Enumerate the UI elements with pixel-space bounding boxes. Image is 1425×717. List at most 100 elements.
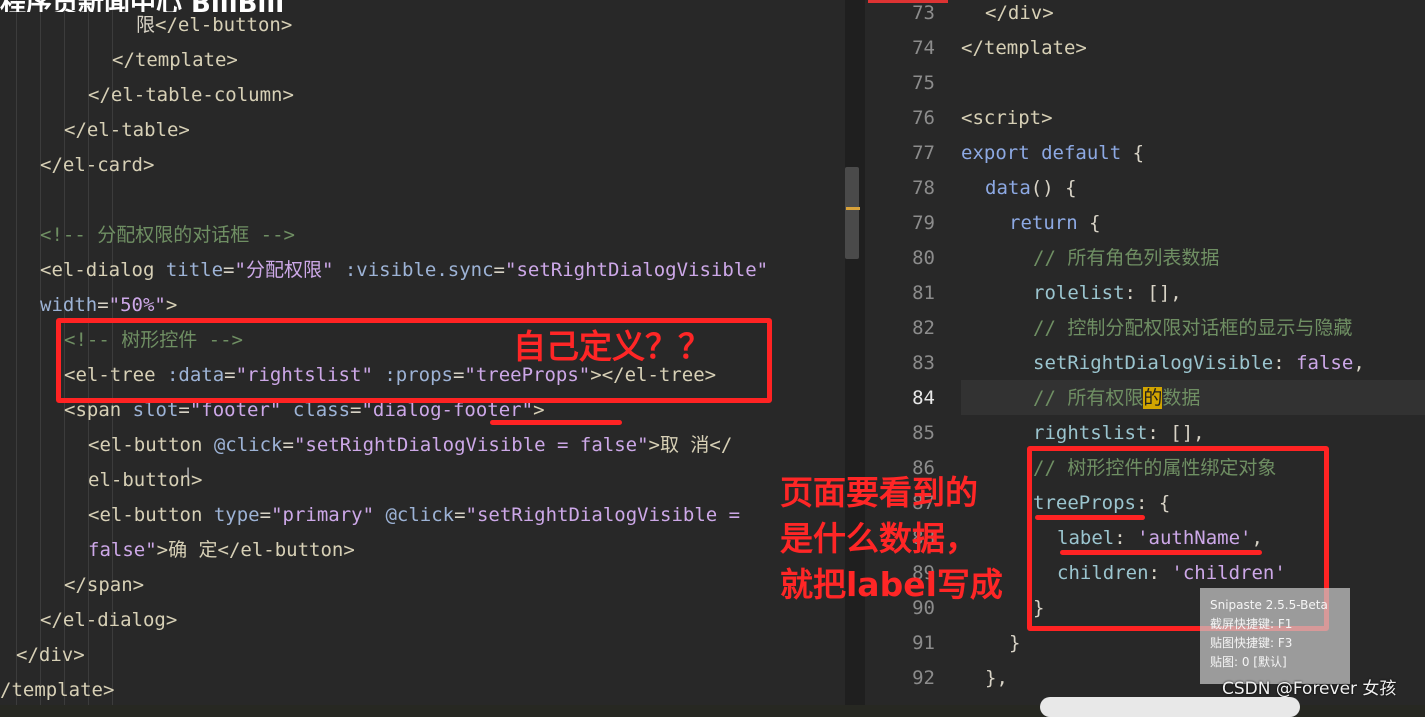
code-line[interactable]: </span>: [64, 568, 144, 603]
code-token: setRightDialogVisible: [1033, 352, 1274, 374]
code-line[interactable]: /template>: [0, 673, 114, 705]
code-token: data: [985, 177, 1031, 199]
annotation-underline-label: [1060, 550, 1262, 555]
code-token: >确 定</el-button>: [156, 539, 355, 561]
code-line[interactable]: }: [1009, 626, 1020, 661]
code-token: ,: [1353, 352, 1365, 374]
code-token: rolelist: [1033, 282, 1125, 304]
line-number: 77: [912, 142, 935, 164]
code-line[interactable]: </div>: [985, 0, 1054, 31]
code-token: return: [1009, 212, 1090, 234]
code-token: "分配权限": [234, 259, 334, 281]
scroll-marker: [846, 207, 860, 210]
code-token: =: [259, 504, 272, 526]
left-scrollbar-thumb[interactable]: [845, 167, 859, 259]
code-line[interactable]: data() {: [985, 171, 1077, 206]
line-number: 83: [912, 352, 935, 374]
snipaste-tip-line: 贴图: 0 [默认]: [1210, 655, 1287, 669]
code-token: }: [1009, 632, 1021, 654]
snipaste-tip-line: 贴图快捷键: F3: [1210, 636, 1293, 650]
code-token: : [],: [1147, 422, 1205, 444]
annotation-line: 是什么数据，: [780, 519, 978, 558]
code-token: </el-card>: [40, 154, 155, 176]
code-token: </div>: [985, 2, 1054, 24]
code-token: <el-dialog: [40, 259, 166, 281]
code-line[interactable]: </el-table>: [64, 113, 190, 148]
code-line[interactable]: return {: [1009, 206, 1101, 241]
code-token: 限: [136, 14, 156, 36]
code-line[interactable]: </div>: [16, 638, 85, 673]
code-token: : [],: [1124, 282, 1182, 304]
code-line[interactable]: // 所有权限的数据: [1033, 381, 1200, 416]
code-line[interactable]: <script>: [961, 101, 1053, 136]
line-number: 82: [912, 317, 935, 339]
code-token: @click: [374, 504, 455, 526]
annotation-line: 页面要看到的: [780, 473, 978, 512]
code-line[interactable]: 限</el-button>: [136, 8, 292, 43]
code-token: // 所有权限: [1033, 387, 1144, 409]
code-token: "setRightDialogVisible": [505, 259, 769, 281]
code-line[interactable]: // 所有角色列表数据: [1033, 241, 1219, 276]
code-token: // 控制分配权限对话框的显示与隐藏: [1033, 317, 1353, 339]
code-line[interactable]: </el-dialog>: [40, 603, 177, 638]
annotation-underline-treeprops: [1035, 515, 1145, 520]
code-line[interactable]: export default {: [961, 136, 1144, 171]
code-token: 数据: [1162, 387, 1201, 409]
code-token: </el-button>: [155, 14, 293, 36]
code-token: },: [985, 667, 1008, 689]
snipaste-tooltip: Snipaste 2.5.5-Beta 截屏快捷键: F1 贴图快捷键: F3 贴图:…: [1200, 588, 1350, 684]
code-token: () {: [1030, 177, 1077, 199]
csdn-watermark: CSDN @Forever 女孩: [1222, 679, 1397, 699]
code-token: </span>: [64, 574, 145, 596]
code-token: <el-button: [88, 504, 214, 526]
code-line[interactable]: setRightDialogVisible: false,: [1033, 346, 1365, 381]
line-number: 79: [912, 212, 935, 234]
indent-guide: [40, 0, 41, 705]
code-line[interactable]: <el-button type="primary" @click="setRig…: [88, 498, 740, 533]
code-token: title: [165, 259, 224, 281]
code-line[interactable]: <el-dialog title="分配权限" :visible.sync="s…: [40, 253, 768, 288]
code-token: >: [165, 294, 178, 316]
code-token: </div>: [16, 644, 85, 666]
code-line[interactable]: <el-button @click="setRightDialogVisible…: [88, 428, 732, 463]
code-line[interactable]: // 控制分配权限对话框的显示与隐藏: [1033, 311, 1352, 346]
code-token: =: [454, 504, 466, 526]
code-token: :: [1273, 352, 1297, 374]
code-line[interactable]: </el-table-column>: [88, 78, 294, 113]
code-token: "setRightDialogVisible =: [465, 504, 741, 526]
code-line[interactable]: rolelist: [],: [1033, 276, 1182, 311]
code-token: export default: [961, 142, 1133, 164]
code-token: <el-button: [88, 434, 214, 456]
code-token: <!-- 分配权限的对话框 -->: [40, 224, 295, 246]
line-number: 73: [912, 2, 935, 24]
line-number: 75: [912, 72, 935, 94]
annotation-explanation: 页面要看到的 是什么数据， 就把label写成: [780, 470, 1040, 608]
code-token: </el-dialog>: [40, 609, 178, 631]
line-number: 78: [912, 177, 935, 199]
text-cursor-highlight: 的: [1143, 387, 1163, 409]
code-token: "setRightDialogVisible = false": [293, 434, 649, 456]
code-token: width: [40, 294, 98, 316]
line-number: 76: [912, 107, 935, 129]
code-line[interactable]: false">确 定</el-button>: [88, 533, 355, 568]
code-token: </el-table-column>: [88, 84, 294, 106]
code-token: </template>: [112, 49, 238, 71]
code-token: <script>: [961, 107, 1053, 129]
line-number: 80: [912, 247, 935, 269]
code-token: // 所有角色列表数据: [1033, 247, 1220, 269]
code-token: @click: [213, 434, 283, 456]
code-line[interactable]: },: [985, 661, 1008, 696]
code-token: =: [97, 294, 109, 316]
code-token: =: [223, 259, 235, 281]
code-token: type: [213, 504, 260, 526]
code-line[interactable]: </template>: [112, 43, 238, 78]
code-token: </el-table>: [64, 119, 190, 141]
code-token: "50%": [108, 294, 166, 316]
code-line[interactable]: </el-card>: [40, 148, 154, 183]
indent-guide: [16, 0, 17, 705]
line-number: 84: [912, 387, 935, 409]
code-token: </template>: [961, 37, 1087, 59]
code-line[interactable]: <!-- 分配权限的对话框 -->: [40, 218, 295, 253]
text-cursor-icon: I: [186, 466, 191, 482]
code-line[interactable]: </template>: [961, 31, 1087, 66]
